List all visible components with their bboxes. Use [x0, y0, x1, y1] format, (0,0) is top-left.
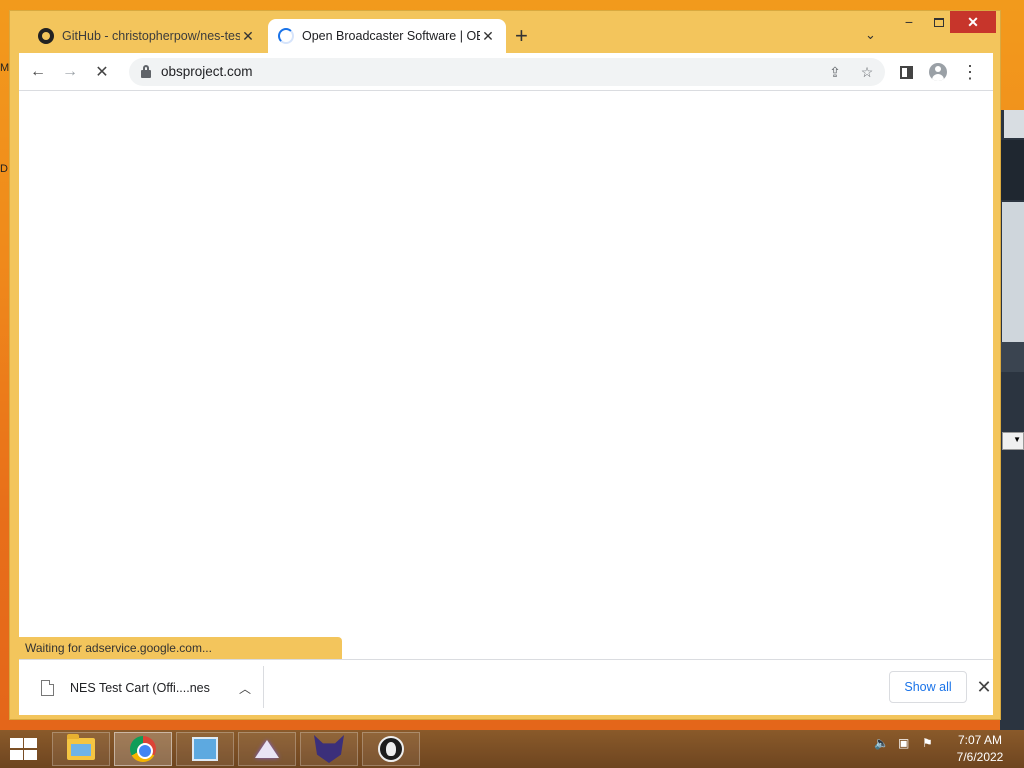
profile-avatar-icon[interactable]	[927, 61, 949, 83]
close-shelf-icon[interactable]: ✕	[974, 677, 994, 697]
tab-obs[interactable]: Open Broadcaster Software | OBS ✕	[268, 19, 506, 53]
maximize-icon	[934, 17, 944, 27]
loading-spinner-icon	[278, 28, 294, 44]
minimize-button[interactable]: −	[894, 11, 924, 33]
taskbar-control-panel[interactable]	[176, 732, 234, 766]
download-filename: NES Test Cart (Offi....nes	[70, 681, 210, 695]
tab-github[interactable]: GitHub - christopherpow/nes-tes ✕	[28, 19, 266, 53]
app-cat-icon	[314, 735, 344, 763]
chrome-icon	[130, 736, 156, 762]
side-panel-icon[interactable]	[895, 61, 917, 83]
background-window-dropdown[interactable]: ▼	[1002, 432, 1024, 450]
app-triangle-icon	[255, 740, 279, 758]
taskbar: 🔈 ▣ ⚑ 7:07 AM 7/6/2022	[0, 730, 1024, 768]
stop-loading-icon[interactable]: ✕	[91, 61, 113, 83]
download-item[interactable]: NES Test Cart (Offi....nes ︿	[29, 668, 255, 708]
divider	[263, 666, 264, 708]
clock-time: 7:07 AM	[957, 733, 1003, 747]
windows-logo-pane	[24, 750, 37, 760]
tab-title: Open Broadcaster Software | OBS	[302, 29, 480, 43]
background-window-panel	[1004, 110, 1024, 138]
new-tab-icon[interactable]: +	[515, 25, 528, 47]
desktop-icon-label[interactable]: M	[0, 62, 9, 74]
menu-kebab-icon[interactable]: ⋮	[959, 61, 981, 83]
address-bar[interactable]: obsproject.com ⇪ ☆	[129, 58, 885, 86]
show-all-button[interactable]: Show all	[889, 671, 967, 703]
github-icon	[38, 28, 54, 44]
network-icon[interactable]: ▣	[898, 736, 909, 750]
background-window-panel	[1002, 202, 1024, 342]
background-window[interactable]: ▼	[1000, 110, 1024, 730]
lock-icon[interactable]	[141, 65, 151, 78]
control-panel-icon	[192, 737, 218, 761]
share-icon[interactable]: ⇪	[825, 62, 845, 82]
taskbar-file-explorer[interactable]	[52, 732, 110, 766]
clock-date: 7/6/2022	[956, 750, 1004, 764]
address-bar-url[interactable]: obsproject.com	[161, 64, 253, 79]
dropdown-arrow-icon: ▼	[1013, 435, 1021, 444]
taskbar-chrome[interactable]	[114, 732, 172, 766]
windows-logo-pane	[10, 750, 23, 760]
taskbar-app-cat[interactable]	[300, 732, 358, 766]
close-tab-icon[interactable]: ✕	[240, 28, 256, 45]
browser-toolbar: ← → ✕ obsproject.com ⇪ ☆ ⋮	[19, 53, 993, 91]
page-content[interactable]: Waiting for adservice.google.com...	[19, 91, 993, 659]
forward-arrow-icon[interactable]: →	[59, 61, 81, 83]
back-arrow-icon[interactable]: ←	[27, 61, 49, 83]
file-explorer-icon	[67, 734, 95, 760]
tab-title: GitHub - christopherpow/nes-tes	[62, 29, 240, 43]
bookmark-star-icon[interactable]: ☆	[857, 62, 877, 82]
action-center-flag-icon[interactable]: ⚑	[922, 736, 933, 750]
taskbar-obs[interactable]	[362, 732, 420, 766]
background-window-panel	[1000, 342, 1024, 372]
tab-strip: GitHub - christopherpow/nes-tes ✕ Open B…	[10, 11, 1000, 53]
volume-muted-icon[interactable]: 🔈	[874, 736, 889, 750]
file-icon	[41, 680, 54, 696]
status-bubble: Waiting for adservice.google.com...	[19, 637, 342, 659]
browser-window: GitHub - christopherpow/nes-tes ✕ Open B…	[9, 10, 1001, 720]
windows-logo-icon	[10, 738, 23, 748]
windows-logo-pane	[24, 738, 37, 748]
taskbar-app-triangle[interactable]	[238, 732, 296, 766]
close-tab-icon[interactable]: ✕	[480, 28, 496, 45]
background-window-panel	[1000, 140, 1024, 200]
start-button[interactable]	[8, 737, 38, 761]
close-window-button[interactable]: ✕	[950, 11, 996, 33]
obs-icon	[378, 736, 404, 762]
desktop-icon-label[interactable]: D	[0, 163, 8, 175]
chevron-up-icon[interactable]: ︿	[235, 680, 255, 697]
download-shelf: NES Test Cart (Offi....nes ︿ Show all ✕	[19, 659, 993, 715]
system-clock[interactable]: 7:07 AM 7/6/2022	[950, 732, 1010, 766]
tab-search-chevron-icon[interactable]: ⌄	[865, 27, 876, 43]
